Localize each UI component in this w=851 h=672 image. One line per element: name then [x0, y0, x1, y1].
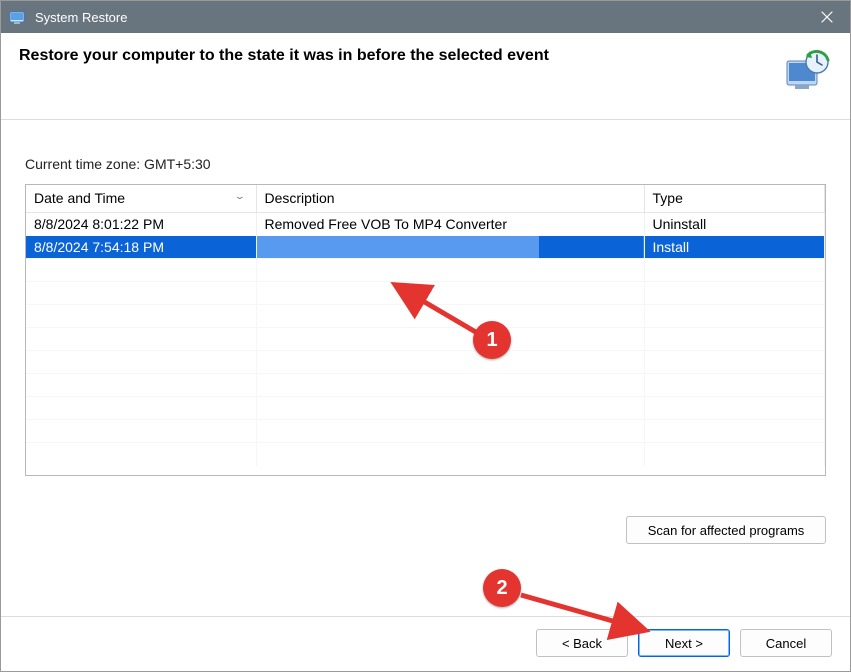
restore-hero-icon	[784, 47, 832, 95]
table-row-empty	[26, 351, 825, 374]
restore-points-grid[interactable]: Date and Time ⌄ Description Type 8/8/202…	[25, 184, 826, 476]
table-row[interactable]: 8/8/2024 8:01:22 PMRemoved Free VOB To M…	[26, 213, 825, 236]
window-title: System Restore	[35, 10, 127, 25]
table-row-empty	[26, 374, 825, 397]
table-row-empty	[26, 397, 825, 420]
scan-affected-programs-button[interactable]: Scan for affected programs	[626, 516, 826, 544]
close-button[interactable]	[804, 1, 850, 33]
close-icon	[821, 11, 833, 23]
table-row-empty	[26, 420, 825, 443]
cell-type: Uninstall	[644, 213, 825, 236]
column-header-datetime[interactable]: Date and Time ⌄	[26, 185, 256, 213]
timezone-label: Current time zone: GMT+5:30	[25, 156, 826, 172]
column-label: Description	[265, 190, 335, 206]
app-icon	[9, 8, 27, 26]
content-area: Current time zone: GMT+5:30 Date and Tim…	[1, 120, 850, 616]
column-label: Type	[653, 190, 683, 206]
column-header-description[interactable]: Description	[256, 185, 644, 213]
table-row-empty	[26, 443, 825, 466]
table-row-empty	[26, 328, 825, 351]
column-header-type[interactable]: Type	[644, 185, 825, 213]
sort-indicator-icon: ⌄	[234, 191, 246, 202]
next-button[interactable]: Next >	[638, 629, 730, 657]
back-button[interactable]: < Back	[536, 629, 628, 657]
cell-description: Removed Free VOB To MP4 Converter	[256, 213, 644, 236]
cell-datetime: 8/8/2024 7:54:18 PM	[26, 236, 256, 259]
cell-description	[256, 236, 644, 259]
cell-type: Install	[644, 236, 825, 259]
cancel-button[interactable]: Cancel	[740, 629, 832, 657]
wizard-footer: < Back Next > Cancel	[1, 616, 850, 671]
cell-datetime: 8/8/2024 8:01:22 PM	[26, 213, 256, 236]
header-band: Restore your computer to the state it wa…	[1, 33, 850, 120]
table-row-empty	[26, 259, 825, 282]
system-restore-window: System Restore Restore your computer to …	[0, 0, 851, 672]
table-row[interactable]: 8/8/2024 7:54:18 PM Install	[26, 236, 825, 259]
table-row-empty	[26, 305, 825, 328]
table-row-empty	[26, 282, 825, 305]
page-heading: Restore your computer to the state it wa…	[19, 47, 772, 65]
titlebar: System Restore	[1, 1, 850, 33]
column-label: Date and Time	[34, 190, 125, 206]
